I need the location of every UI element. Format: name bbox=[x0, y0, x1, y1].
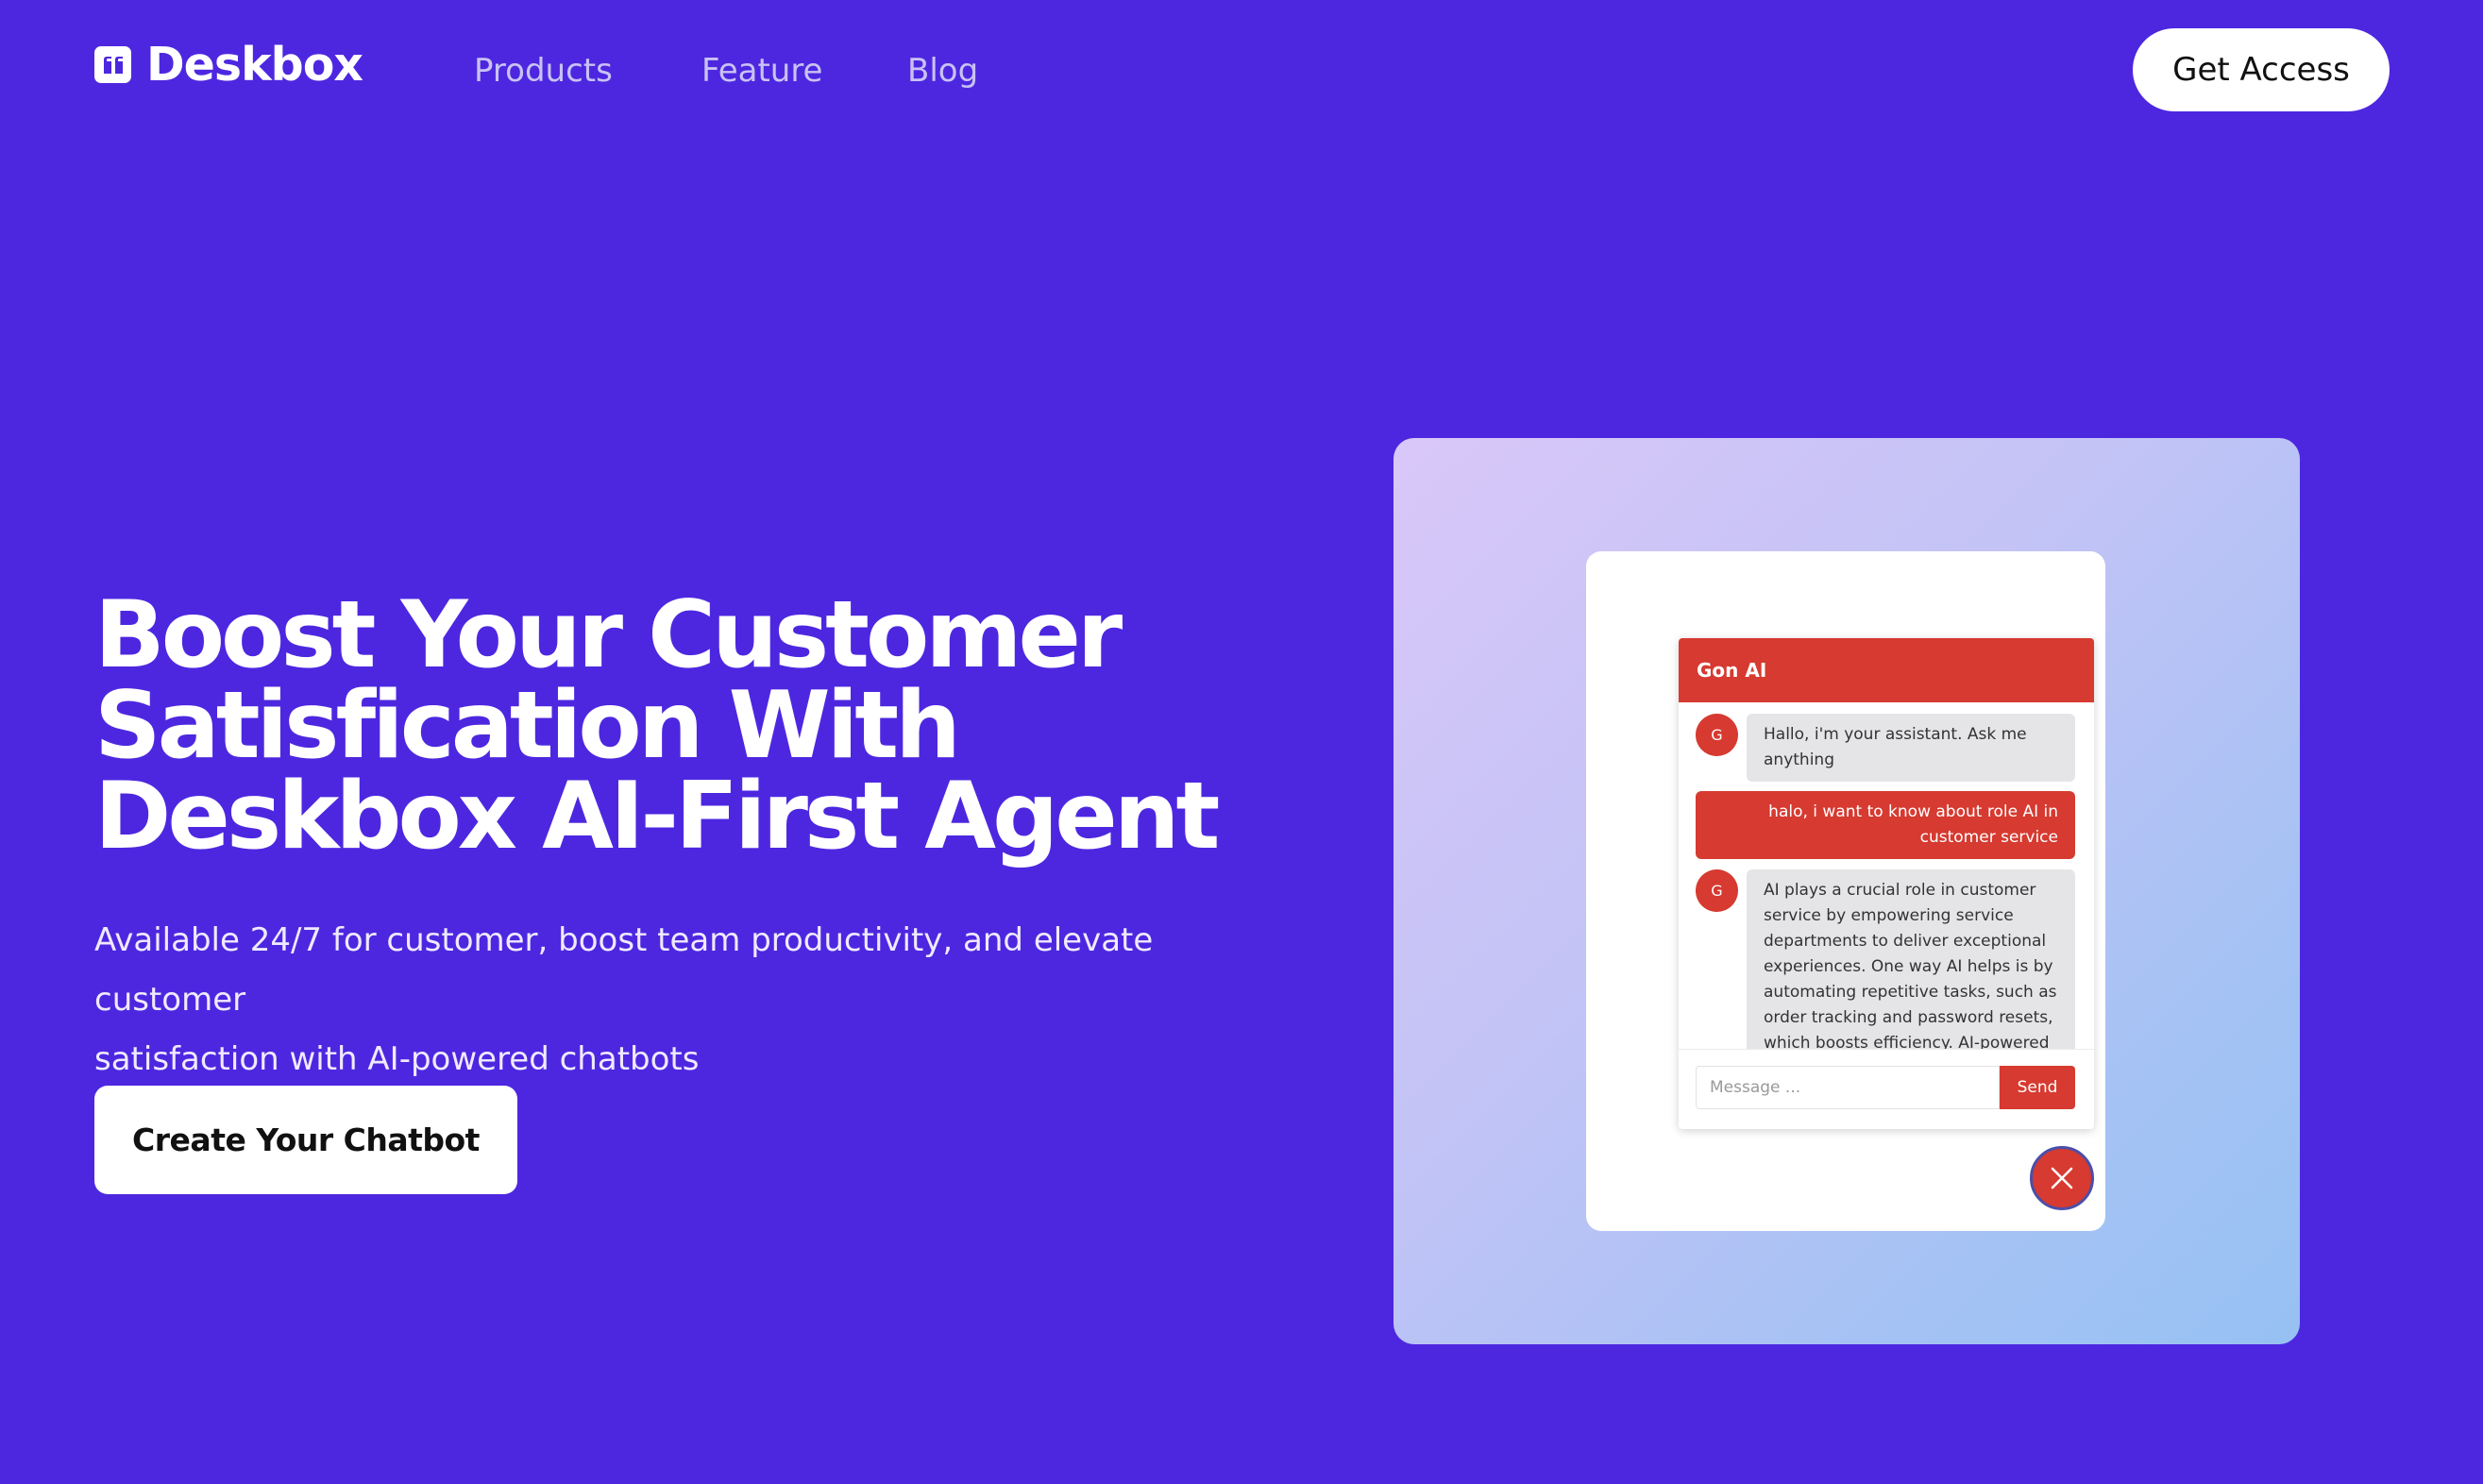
quote-icon bbox=[94, 46, 131, 83]
create-chatbot-button[interactable]: Create Your Chatbot bbox=[94, 1086, 517, 1194]
chat-message-bot: G AI plays a crucial role in customer se… bbox=[1696, 869, 2075, 1049]
chat-line: anything bbox=[1764, 750, 1834, 769]
bot-avatar: G bbox=[1696, 869, 1738, 912]
chat-messages[interactable]: G Hallo, i'm your assistant. Ask me anyt… bbox=[1679, 702, 2094, 1049]
landing-page: Deskbox Products Feature Blog Get Access… bbox=[0, 0, 2483, 1484]
chatbot-preview-panel: Gon AI G Hallo, i'm your assistant. Ask … bbox=[1394, 438, 2300, 1344]
chat-line: halo, i want to know about role AI in bbox=[1768, 802, 2058, 821]
chat-bubble-bot: Hallo, i'm your assistant. Ask me anythi… bbox=[1747, 714, 2075, 782]
chat-line: departments to deliver exceptional bbox=[1764, 932, 2047, 951]
chat-input-bar: Send bbox=[1679, 1049, 2094, 1129]
chat-line: Hallo, i'm your assistant. Ask me bbox=[1764, 725, 2027, 744]
hero-subtitle-line: Available 24/7 for customer, boost team … bbox=[94, 921, 1154, 1019]
chat-close-button[interactable] bbox=[2030, 1146, 2094, 1210]
chat-widget-header: Gon AI bbox=[1679, 638, 2094, 702]
chat-line: service by empowering service bbox=[1764, 906, 2014, 925]
chat-widget-title: Gon AI bbox=[1697, 659, 1767, 682]
chat-line: experiences. One way AI helps is by bbox=[1764, 957, 2053, 976]
chat-send-button[interactable]: Send bbox=[2000, 1066, 2075, 1109]
nav-link-blog[interactable]: Blog bbox=[907, 55, 978, 87]
nav-link-feature[interactable]: Feature bbox=[701, 55, 822, 87]
hero-subtitle: Available 24/7 for customer, boost team … bbox=[94, 911, 1227, 1089]
hero-title-line: Boost Your Customer bbox=[94, 582, 1123, 689]
hero-title: Boost Your Customer Satisfication With D… bbox=[94, 582, 1227, 870]
chat-line: automating repetitive tasks, such as bbox=[1764, 983, 2057, 1002]
chat-line: order tracking and password resets, bbox=[1764, 1008, 2053, 1027]
hero-title-line: Satisfication With bbox=[94, 672, 961, 780]
chat-line: customer service bbox=[1919, 828, 2058, 847]
chat-line: AI plays a crucial role in customer bbox=[1764, 881, 2036, 900]
hero-title-line: Deskbox AI-First Agent bbox=[94, 763, 1220, 870]
chat-message-bot: G Hallo, i'm your assistant. Ask me anyt… bbox=[1696, 714, 2075, 782]
get-access-button[interactable]: Get Access bbox=[2133, 28, 2390, 111]
bot-avatar: G bbox=[1696, 714, 1738, 756]
brand-name: Deskbox bbox=[146, 38, 363, 92]
chat-message-input[interactable] bbox=[1696, 1066, 2000, 1109]
close-icon bbox=[2051, 1167, 2073, 1189]
hero-subtitle-line: satisfaction with AI-powered chatbots bbox=[94, 1040, 700, 1078]
brand-logo[interactable]: Deskbox bbox=[94, 42, 363, 88]
chat-bubble-user: halo, i want to know about role AI in cu… bbox=[1696, 791, 2075, 859]
chatbot-preview-card: Gon AI G Hallo, i'm your assistant. Ask … bbox=[1586, 551, 2105, 1231]
chat-line: which boosts efficiency. AI-powered bbox=[1764, 1034, 2050, 1049]
chat-widget: Gon AI G Hallo, i'm your assistant. Ask … bbox=[1679, 638, 2094, 1129]
chat-message-user: halo, i want to know about role AI in cu… bbox=[1696, 791, 2075, 859]
chat-bubble-bot: AI plays a crucial role in customer serv… bbox=[1747, 869, 2075, 1049]
nav-link-products[interactable]: Products bbox=[474, 55, 613, 87]
